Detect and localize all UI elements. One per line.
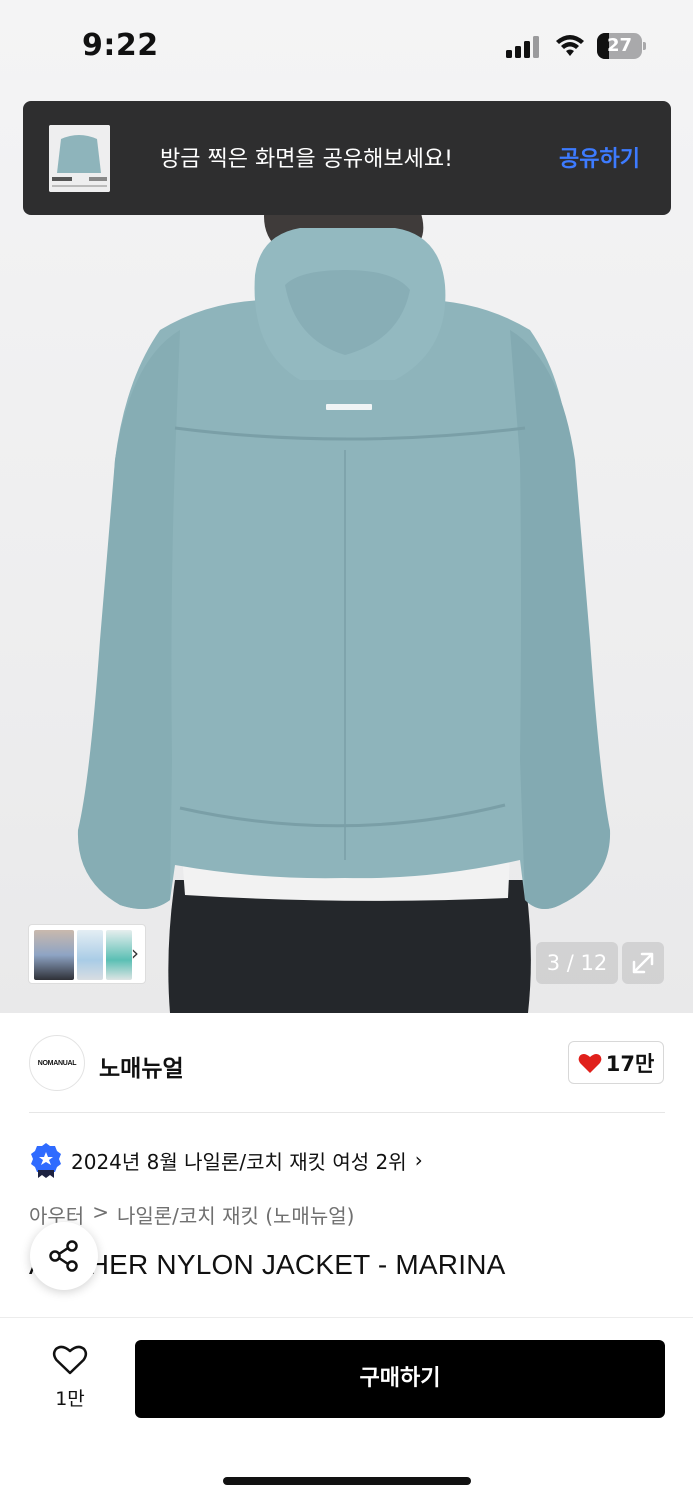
heart-filled-icon [578, 1053, 602, 1073]
chevron-right-icon: › [414, 1148, 423, 1172]
wifi-icon [556, 35, 584, 56]
bottom-action-bar: 1만 구매하기 [0, 1317, 693, 1500]
buy-button[interactable]: 구매하기 [135, 1340, 665, 1418]
toast-message: 방금 찍은 화면을 공유해보세요! [160, 147, 453, 172]
wishlist-count: 1만 [55, 1388, 85, 1410]
image-counter: 3 / 12 [536, 942, 618, 984]
share-button[interactable] [30, 1222, 98, 1290]
brand-name[interactable]: 노매뉴얼 [99, 1049, 184, 1083]
battery-icon: 27 [597, 33, 647, 59]
status-time: 9:22 [82, 28, 159, 63]
home-indicator[interactable] [223, 1477, 471, 1485]
breadcrumb-separator: > [92, 1200, 109, 1224]
brand-logo[interactable]: NOMANUAL [29, 1035, 85, 1091]
breadcrumb-item-category[interactable]: 나일론/코치 재킷 (노매뉴얼) [117, 1200, 354, 1229]
signal-icon [506, 36, 542, 58]
brand-like-count: 17만 [605, 1051, 655, 1076]
brand-like-button[interactable]: 17만 [568, 1041, 664, 1084]
chevron-right-icon[interactable]: › [131, 941, 139, 965]
thumbnail-2[interactable] [77, 930, 103, 980]
expand-icon[interactable] [622, 942, 664, 984]
screenshot-thumbnail[interactable] [49, 125, 110, 192]
share-icon [49, 1240, 78, 1272]
share-action-button[interactable]: 공유하기 [559, 141, 640, 173]
heart-outline-icon [52, 1345, 88, 1375]
brand-row[interactable]: NOMANUAL 노매뉴얼 17만 [0, 1013, 693, 1113]
wishlist-button[interactable]: 1만 [40, 1344, 100, 1411]
ranking-link[interactable]: 2024년 8월 나일론/코치 재킷 여성 2위 › [29, 1140, 423, 1180]
thumbnail-1[interactable] [34, 930, 74, 980]
battery-level: 27 [606, 35, 633, 56]
product-title: ARCHER NYLON JACKET - MARINA [29, 1249, 506, 1280]
ranking-badge-icon [31, 1143, 61, 1178]
share-toast[interactable]: 방금 찍은 화면을 공유해보세요! 공유하기 [23, 101, 671, 215]
brand-logo-text: NOMANUAL [37, 1059, 77, 1067]
ranking-text: 2024년 8월 나일론/코치 재킷 여성 2위 [71, 1149, 407, 1174]
thumbnail-3[interactable] [106, 930, 132, 980]
status-bar: 9:22 27 [0, 0, 693, 90]
divider [29, 1112, 665, 1113]
thumbnail-strip[interactable]: › [28, 924, 146, 984]
